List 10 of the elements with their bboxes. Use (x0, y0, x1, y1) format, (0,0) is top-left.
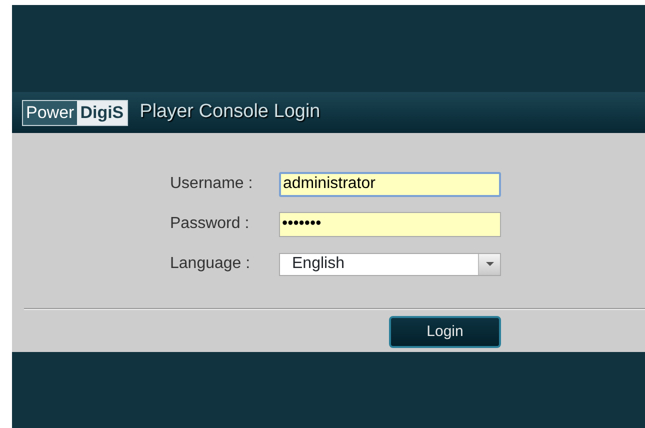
logo: Power DigiS (22, 100, 128, 126)
caret-icon (486, 262, 494, 266)
login-button[interactable]: Login (389, 316, 501, 348)
field-label: Password : (169, 214, 250, 234)
input-field[interactable]: administrator (279, 172, 501, 196)
field-label: Username : (169, 174, 254, 194)
language-dropdown[interactable]: English (279, 252, 501, 276)
page-title: Player Console Login (140, 100, 320, 124)
input-field[interactable]: ••••••• (279, 212, 501, 236)
field-label: Language : (169, 254, 252, 274)
